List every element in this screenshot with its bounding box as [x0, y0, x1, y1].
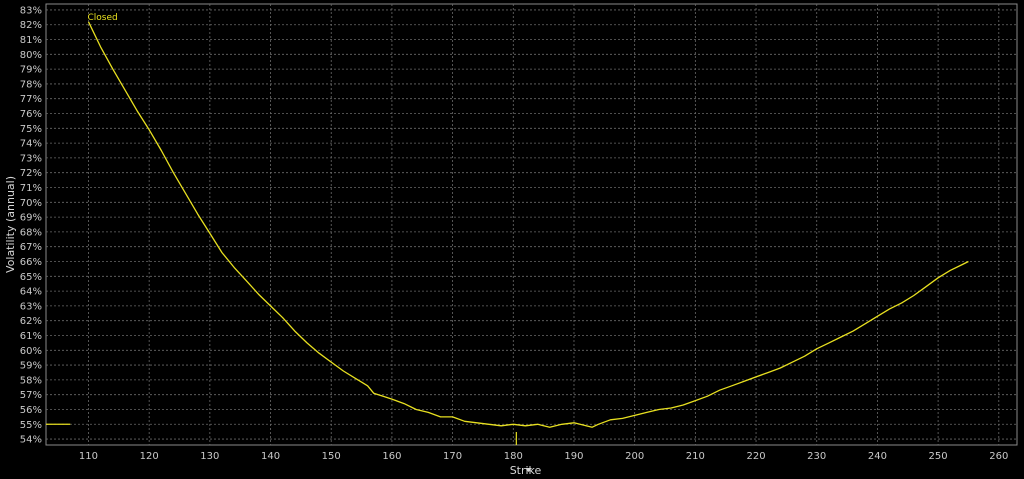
- y-tick-label: 71%: [20, 183, 42, 194]
- x-tick-label: 170: [443, 451, 462, 462]
- x-tick-label: 180: [504, 451, 523, 462]
- x-tick-label: 200: [625, 451, 644, 462]
- y-tick-label: 57%: [20, 390, 42, 401]
- y-tick-label: 58%: [20, 375, 42, 386]
- y-tick-label: 62%: [20, 316, 42, 327]
- y-axis-title: Volatility (annual): [4, 176, 17, 273]
- y-tick-label: 81%: [20, 35, 42, 46]
- x-tick-label: 120: [140, 451, 159, 462]
- x-tick-label: 240: [868, 451, 887, 462]
- y-tick-label: 65%: [20, 272, 42, 283]
- y-tick-label: 83%: [20, 5, 42, 16]
- plot-frame: [45, 3, 1018, 446]
- series-line-closed: [87, 21, 969, 428]
- x-tick-label: 150: [322, 451, 341, 462]
- x-tick-label: 260: [989, 451, 1008, 462]
- y-tick-label: 69%: [20, 213, 42, 224]
- x-tick-label: 230: [807, 451, 826, 462]
- chart-svg: 54% 55% 56% 57% 58% 59% 60% 61% 62% 63% 64% 65% 66% 6…: [4, 3, 1018, 477]
- x-tick-label: 190: [564, 451, 583, 462]
- y-tick-label: 66%: [20, 257, 42, 268]
- y-tick-label: 63%: [20, 301, 42, 312]
- y-tick-label: 78%: [20, 79, 42, 90]
- x-tick-label: 130: [200, 451, 219, 462]
- y-tick-label: 54%: [20, 435, 42, 446]
- volatility-chart: 54% 55% 56% 57% 58% 59% 60% 61% 62% 63% 64% 65% 66% 6…: [0, 0, 1024, 479]
- x-axis-title: Strike: [510, 464, 542, 477]
- y-tick-label: 80%: [20, 50, 42, 61]
- y-tick-label: 79%: [20, 65, 42, 76]
- y-tick-label: 68%: [20, 227, 42, 238]
- series-annotation: Closed: [87, 13, 117, 23]
- y-tick-label: 73%: [20, 153, 42, 164]
- y-tick-label: 75%: [20, 124, 42, 135]
- y-tick-label: 74%: [20, 139, 42, 150]
- x-tick-label: 250: [929, 451, 948, 462]
- y-tick-label: 77%: [20, 94, 42, 105]
- x-tick-label: 110: [79, 451, 98, 462]
- y-tick-label: 70%: [20, 198, 42, 209]
- x-tick-label: 210: [686, 451, 705, 462]
- y-tick-label: 55%: [20, 420, 42, 431]
- x-tick-label: 140: [261, 451, 280, 462]
- y-tick-label: 76%: [20, 109, 42, 120]
- y-tick-label: 56%: [20, 405, 42, 416]
- y-tick-label: 82%: [20, 20, 42, 31]
- x-tick-label: 220: [746, 451, 765, 462]
- y-tick-label: 67%: [20, 242, 42, 253]
- y-tick-label: 72%: [20, 168, 42, 179]
- y-tick-label: 61%: [20, 331, 42, 342]
- y-tick-label: 64%: [20, 287, 42, 298]
- y-tick-label: 60%: [20, 346, 42, 357]
- y-tick-label: 59%: [20, 361, 42, 372]
- x-tick-label: 160: [382, 451, 401, 462]
